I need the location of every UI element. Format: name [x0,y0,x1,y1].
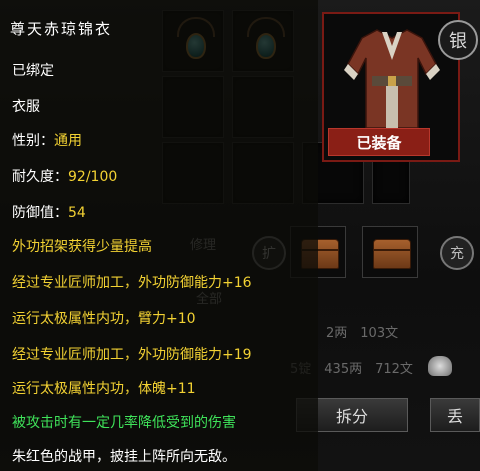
silver-seal-icon: 银 [438,20,478,60]
money-line-1: 2两 103文 [326,326,399,341]
gender-label: 性别： [12,133,54,149]
chest-icon [373,239,411,269]
silver-ingot-icon [428,356,452,376]
durability-value: 92/100 [68,169,118,185]
item-tooltip: 尊天赤琼锦衣 已绑定 衣服 性别：通用 耐久度：92/100 防御值：54 外功… [0,0,318,471]
gender-row: 性别：通用 [12,130,82,150]
discard-button[interactable]: 丢 [430,398,480,432]
durability-label: 耐久度： [12,169,68,185]
durability-row: 耐久度：92/100 [12,166,117,186]
defense-label: 防御值： [12,205,68,221]
recharge-button[interactable]: 充 [440,236,474,270]
equipped-badge: 已装备 [328,128,430,156]
gender-value: 通用 [54,133,82,149]
effect-line: 经过专业匠师加工，外功防御能力+19 [12,347,252,363]
item-name: 尊天赤琼锦衣 [10,20,113,38]
effect-line: 外功招架获得少量提高 [12,239,152,255]
special-effect: 被攻击时有一定几率降低受到的伤害 [12,415,236,431]
effect-line: 经过专业匠师加工，外功防御能力+16 [12,275,252,291]
item-description: 朱红色的战甲，披挂上阵所向无敌。 [12,449,236,465]
robe-armor-icon [344,29,440,129]
item-type: 衣服 [12,99,40,115]
defense-value: 54 [68,205,86,221]
effect-line: 运行太极属性内功，臂力+10 [12,311,196,327]
bind-status: 已绑定 [12,63,54,79]
chest-slot[interactable] [362,226,418,278]
effect-line: 运行太极属性内功，体魄+11 [12,381,196,397]
defense-row: 防御值：54 [12,202,86,222]
